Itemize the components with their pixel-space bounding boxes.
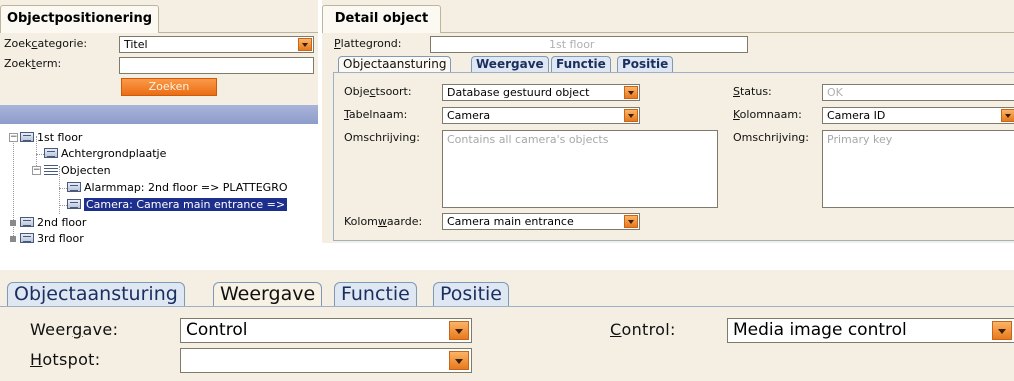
- kolomnaam-select[interactable]: Camera ID: [822, 107, 1014, 124]
- zoekterm-label: Zoekterm:: [4, 57, 62, 70]
- tree-item-camera[interactable]: Camera: Camera main entrance =>: [67, 198, 288, 212]
- chevron-down-icon[interactable]: [992, 321, 1012, 340]
- weergave-label: Weergave:: [30, 320, 119, 339]
- composite-screenshot: Objectpositionering Zoekcategorie: Titel…: [0, 0, 1014, 381]
- expand-icon[interactable]: [10, 220, 16, 226]
- tab-objectaansturing-zoom[interactable]: Objectaansturing: [7, 282, 185, 306]
- image-icon: [44, 148, 58, 158]
- kolomwaarde-select[interactable]: Camera main entrance: [442, 213, 640, 230]
- expand-icon[interactable]: [10, 236, 16, 242]
- tab-functie-zoom[interactable]: Functie: [334, 282, 417, 306]
- chevron-down-icon[interactable]: [449, 321, 469, 340]
- section-header-bar: [0, 105, 318, 124]
- chevron-down-icon[interactable]: [624, 215, 638, 228]
- chevron-down-icon[interactable]: [449, 351, 469, 370]
- omschrijving-textarea[interactable]: Contains all camera's objects: [442, 130, 718, 208]
- zoekcategorie-value: Titel: [124, 38, 148, 51]
- zoekcategorie-select[interactable]: Titel: [119, 36, 314, 53]
- map-icon: [20, 132, 34, 142]
- tab-detail-object[interactable]: Detail object: [322, 5, 441, 33]
- map-icon: [20, 217, 34, 227]
- status-field: OK: [822, 84, 1014, 101]
- tab-weergave[interactable]: Weergave: [471, 56, 549, 73]
- control-label: Control:: [610, 320, 676, 339]
- tab-weergave-zoom[interactable]: Weergave: [213, 282, 323, 306]
- zoekterm-input[interactable]: [119, 57, 314, 74]
- plattegrond-label: Plattegrond:: [334, 37, 402, 50]
- kolomnaam-label: Kolomnaam:: [733, 108, 802, 121]
- kolomwaarde-label: Kolomwaarde:: [344, 215, 423, 228]
- map-icon: [20, 233, 34, 243]
- hotspot-label: Hotspot:: [30, 350, 101, 369]
- camera-icon: [67, 199, 81, 209]
- tree-item-alarmmap[interactable]: Alarmmap: 2nd floor => PLATTEGRO: [67, 181, 288, 195]
- hotspot-select[interactable]: [180, 348, 472, 373]
- chevron-down-icon[interactable]: [624, 109, 638, 122]
- tree-item-2nd-floor[interactable]: 2nd floor: [20, 216, 86, 230]
- tabelnaam-label: Tabelnaam:: [344, 108, 408, 121]
- object-positioning-panel: Objectpositionering Zoekcategorie: Titel…: [0, 0, 318, 243]
- tree-item-1st-floor[interactable]: 1st floor: [20, 131, 82, 145]
- tab-positie[interactable]: Positie: [617, 56, 674, 73]
- selected-tree-label: Camera: Camera main entrance =>: [84, 198, 288, 211]
- tab-divider: [441, 32, 1014, 33]
- control-select[interactable]: Media image control: [727, 318, 1014, 343]
- tab-positie-zoom[interactable]: Positie: [433, 282, 510, 306]
- tab-objectaansturing[interactable]: Objectaansturing: [338, 56, 452, 73]
- list-icon: [44, 165, 58, 175]
- weergave-select[interactable]: Control: [180, 318, 472, 343]
- tree-item-achtergrondplaatje[interactable]: Achtergrondplaatje: [44, 147, 166, 161]
- zoekcategorie-label: Zoekcategorie:: [4, 37, 88, 50]
- tab-objectpositionering[interactable]: Objectpositionering: [0, 5, 159, 33]
- alarm-map-icon: [67, 182, 81, 192]
- tab-functie[interactable]: Functie: [551, 56, 611, 73]
- zoomed-detail-strip: Objectaansturing Weergave Functie Positi…: [0, 270, 1014, 381]
- omschrijving2-label: Omschrijving:: [733, 131, 809, 144]
- collapse-icon[interactable]: −: [9, 133, 18, 142]
- main-window: Objectpositionering Zoekcategorie: Titel…: [0, 0, 1014, 243]
- chevron-down-icon[interactable]: [1001, 109, 1014, 122]
- tree-item-3rd-floor[interactable]: 3rd floor: [20, 232, 84, 243]
- object-tree[interactable]: − 1st floor Achtergrondplaatje − Objecte…: [0, 124, 318, 243]
- objectsoort-label: Objectsoort:: [344, 85, 412, 98]
- tree-item-objecten[interactable]: Objecten: [44, 164, 111, 178]
- omschrijving-label: Omschrijving:: [344, 131, 420, 144]
- objectsoort-select[interactable]: Database gestuurd object: [442, 84, 640, 101]
- chevron-down-icon[interactable]: [624, 86, 638, 99]
- tabelnaam-select[interactable]: Camera: [442, 107, 640, 124]
- tab-label: Objectpositionering: [6, 11, 153, 26]
- status-label: Status:: [733, 85, 772, 98]
- plattegrond-field: 1st floor: [430, 36, 748, 53]
- tab-divider: [0, 306, 1014, 307]
- chevron-down-icon[interactable]: [298, 38, 312, 51]
- tab-divider: [159, 32, 318, 33]
- zoeken-button[interactable]: Zoeken: [121, 78, 217, 96]
- omschrijving2-textarea[interactable]: Primary key: [822, 130, 1014, 208]
- collapse-icon[interactable]: −: [32, 166, 41, 175]
